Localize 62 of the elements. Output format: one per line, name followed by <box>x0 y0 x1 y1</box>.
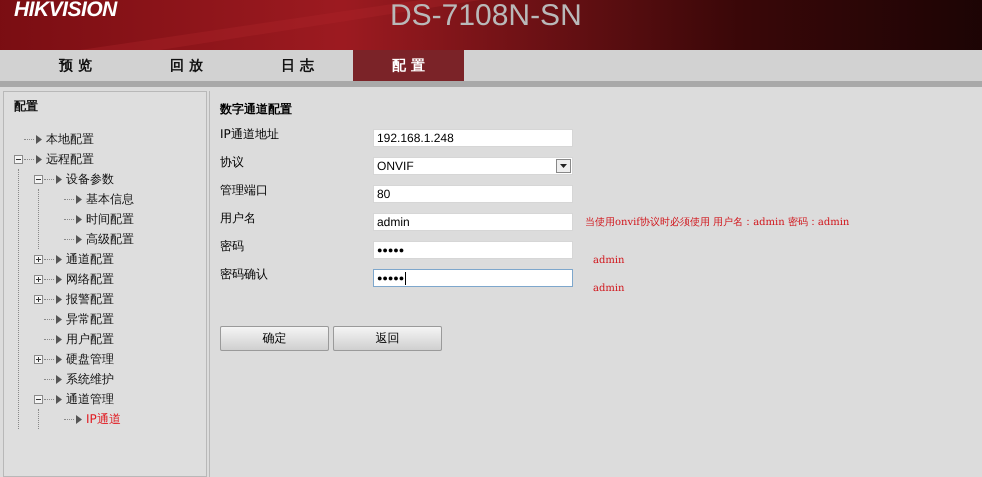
triangle-icon <box>56 174 62 184</box>
logo: HIKVISION <box>14 0 117 22</box>
password-field[interactable]: ●●●●● <box>373 241 573 259</box>
back-button[interactable]: 返回 <box>333 326 442 351</box>
triangle-icon <box>76 414 82 424</box>
section-title: 数字通道配置 <box>220 101 293 118</box>
tab[interactable]: 日 志 <box>242 50 353 81</box>
expand-icon[interactable] <box>34 354 43 364</box>
tree-item[interactable]: 本地配置 <box>46 130 94 148</box>
triangle-icon <box>56 314 62 324</box>
triangle-icon <box>76 234 82 244</box>
device-model-title: DS-7108N-SN <box>390 0 582 32</box>
tree-item[interactable]: 基本信息 <box>86 190 134 208</box>
expand-icon[interactable] <box>34 274 43 284</box>
collapse-icon[interactable] <box>34 394 43 404</box>
tab[interactable]: 配 置 <box>353 50 464 81</box>
field-label: 密码 <box>220 238 245 255</box>
tab[interactable]: 回 放 <box>131 50 242 81</box>
tree-item[interactable]: 用户配置 <box>66 330 114 348</box>
field-label: 密码确认 <box>220 266 269 283</box>
tree-item[interactable]: 设备参数 <box>66 170 114 188</box>
triangle-icon <box>56 254 62 264</box>
field-label: 用户名 <box>220 210 257 227</box>
password-field[interactable]: ●●●●● <box>373 269 573 287</box>
tree-item[interactable]: 系统维护 <box>66 370 114 388</box>
tree-item[interactable]: 通道管理 <box>66 390 114 408</box>
protocol-dropdown[interactable]: ONVIF <box>373 157 573 175</box>
triangle-icon <box>56 394 62 404</box>
tree-item[interactable]: IP通道 <box>86 410 121 428</box>
field-label: 管理端口 <box>220 182 269 199</box>
expand-icon[interactable] <box>34 254 43 264</box>
tree-item[interactable]: 报警配置 <box>66 290 114 308</box>
collapse-icon[interactable] <box>34 174 43 184</box>
tab[interactable]: 预 览 <box>20 50 131 81</box>
input-field[interactable]: admin <box>373 213 573 231</box>
annotation-note: admin <box>593 282 624 294</box>
input-field[interactable]: 192.168.1.248 <box>373 129 573 147</box>
triangle-icon <box>56 274 62 284</box>
collapse-icon[interactable] <box>14 154 23 164</box>
input-field[interactable]: 80 <box>373 185 573 203</box>
annotation-note: admin <box>593 254 624 266</box>
triangle-icon <box>56 354 62 364</box>
confirm-button[interactable]: 确定 <box>220 326 329 351</box>
field-label: 协议 <box>220 154 245 171</box>
triangle-icon <box>56 294 62 304</box>
tree-item[interactable]: 高级配置 <box>86 230 134 248</box>
triangle-icon <box>36 134 42 144</box>
field-label: IP通道地址 <box>220 126 280 143</box>
triangle-icon <box>36 154 42 164</box>
tree-item[interactable]: 远程配置 <box>46 150 94 168</box>
triangle-icon <box>76 214 82 224</box>
tree-item[interactable]: 网络配置 <box>66 270 114 288</box>
triangle-icon <box>56 374 62 384</box>
tree-item[interactable]: 通道配置 <box>66 250 114 268</box>
triangle-icon <box>56 334 62 344</box>
tree-item[interactable]: 异常配置 <box>66 310 114 328</box>
annotation-note: 当使用onvif协议时必须使用 用户名：admin 密码：admin <box>585 216 850 229</box>
triangle-icon <box>76 194 82 204</box>
tree-item[interactable]: 硬盘管理 <box>66 350 114 368</box>
sidebar-title: 配置 <box>14 98 39 115</box>
tree-item[interactable]: 时间配置 <box>86 210 134 228</box>
expand-icon[interactable] <box>34 294 43 304</box>
